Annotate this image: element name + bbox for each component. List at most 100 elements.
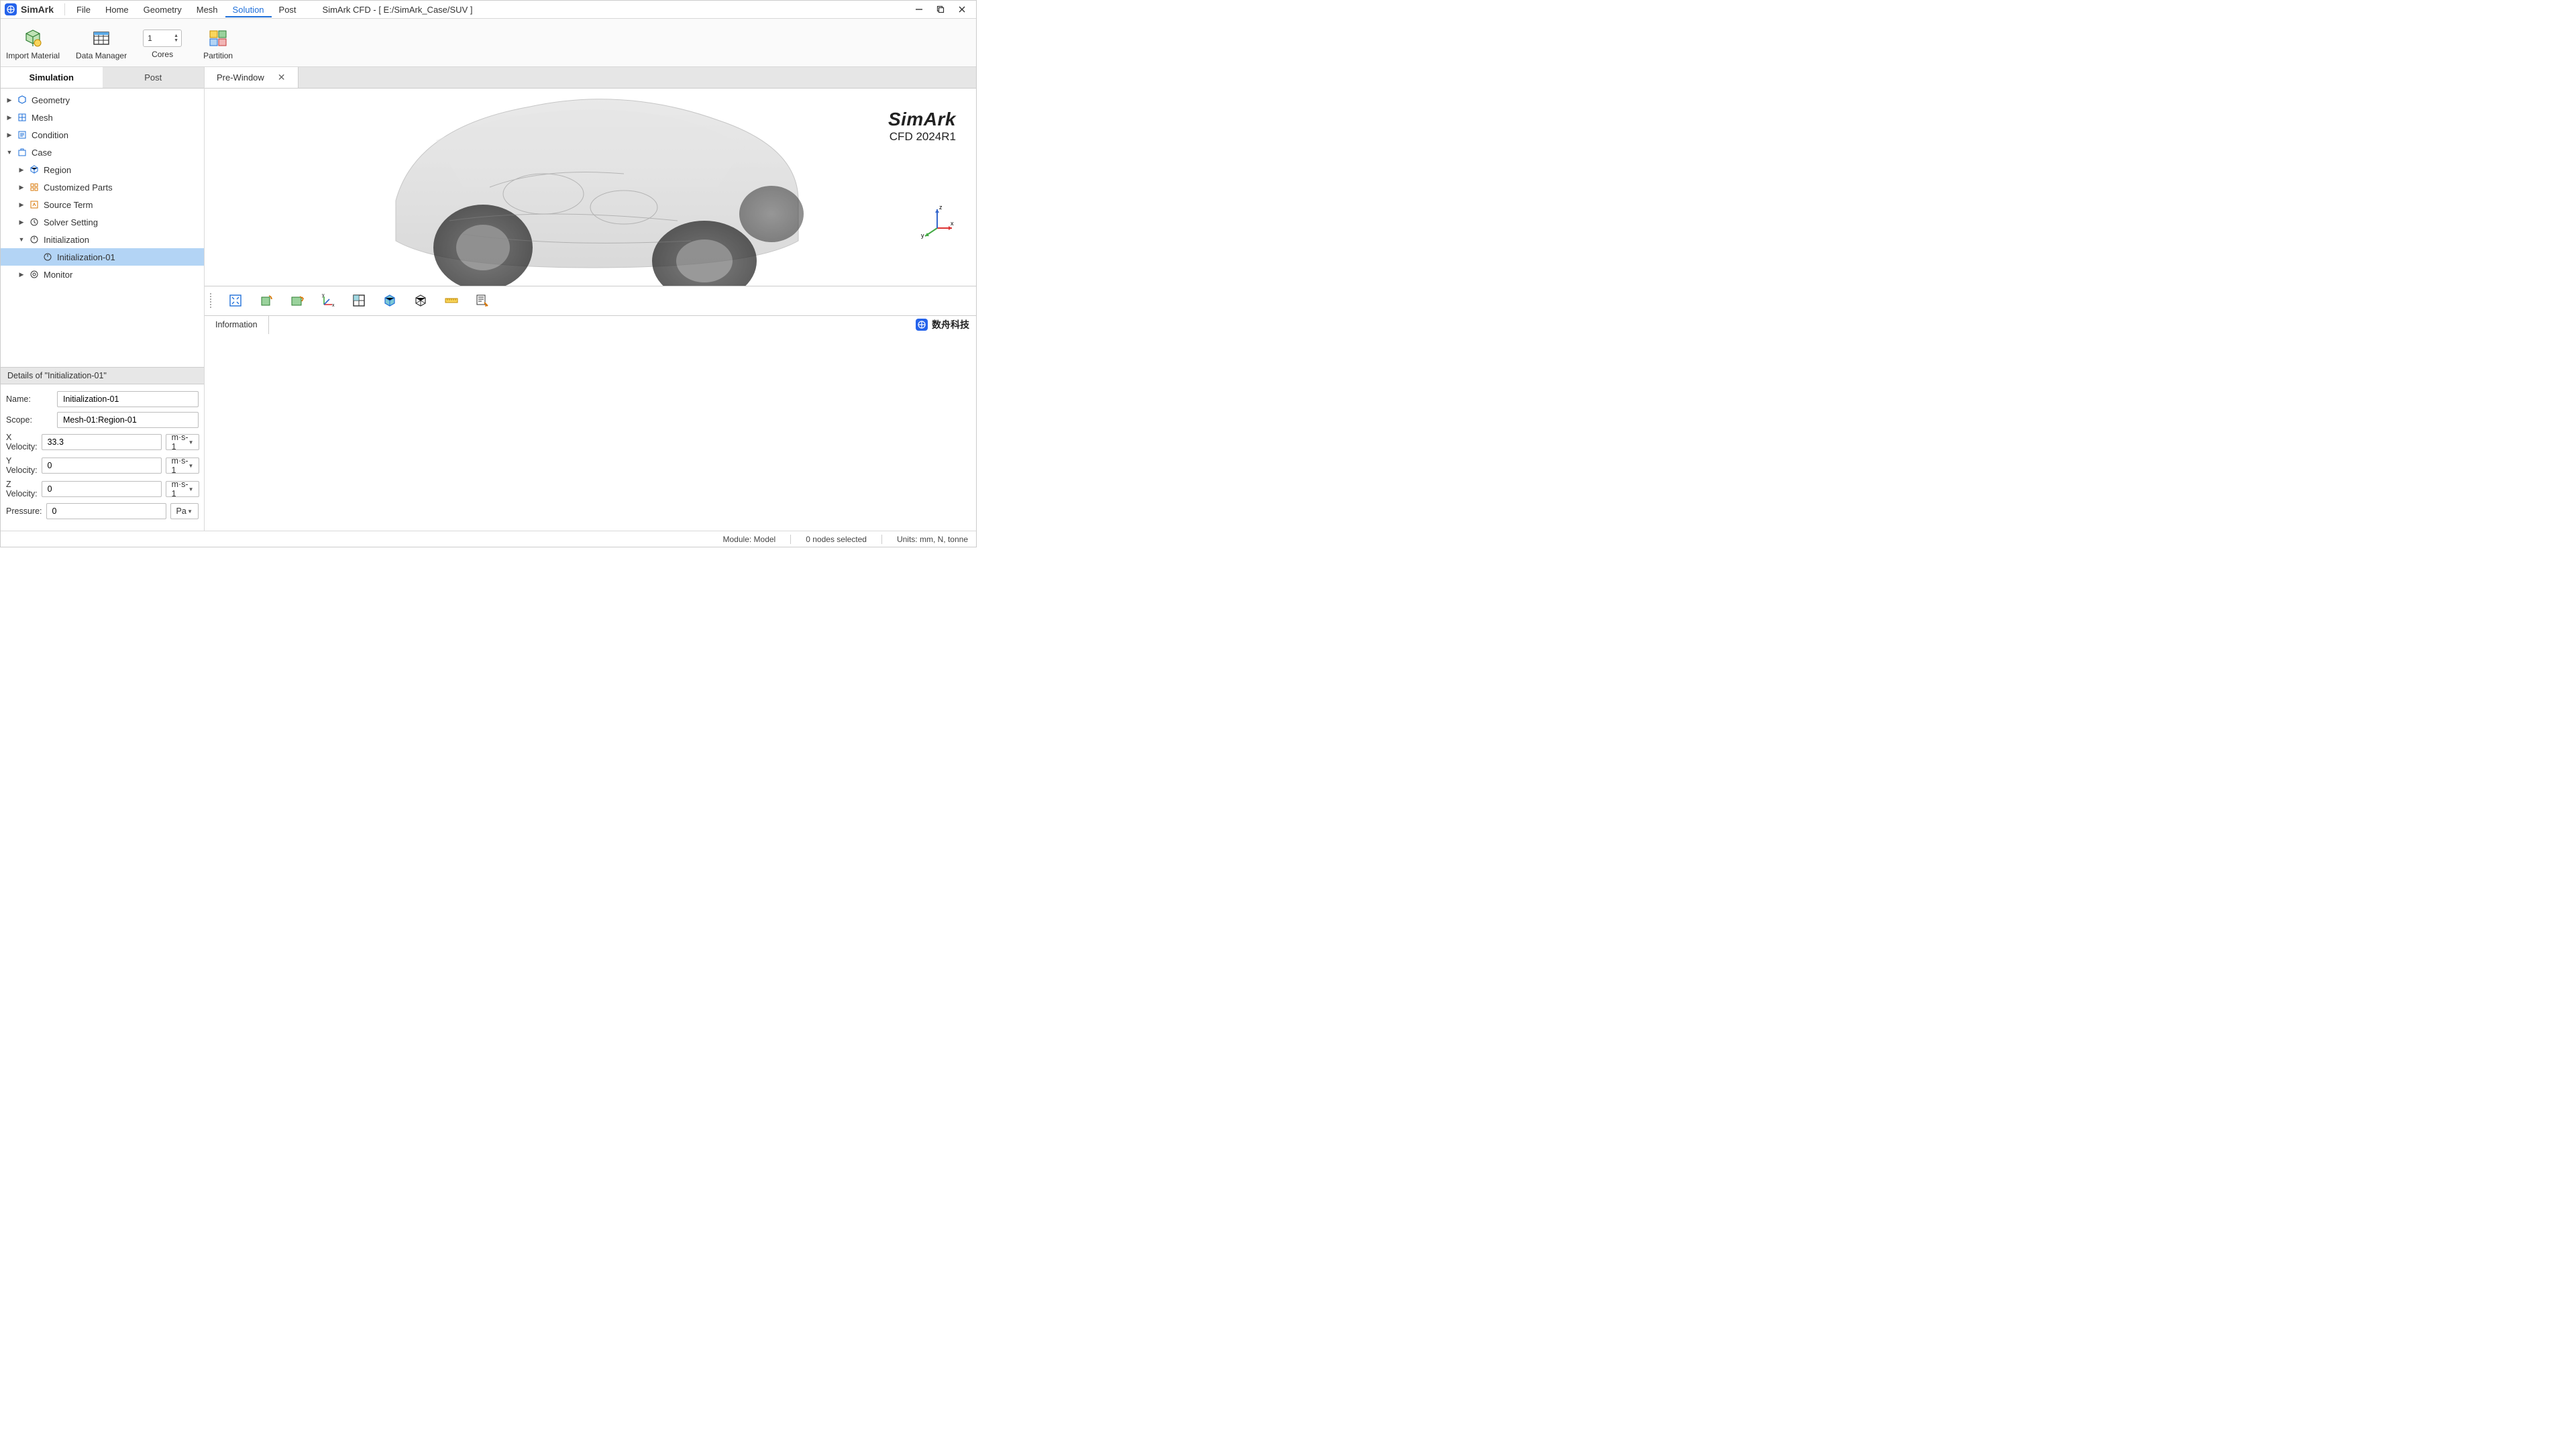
status-bar: Module: Model 0 nodes selected Units: mm… xyxy=(1,531,976,547)
data-manager-label: Data Manager xyxy=(76,51,127,60)
tree-label: Source Term xyxy=(44,200,93,210)
scope-input[interactable] xyxy=(57,412,199,428)
iso-cube-button[interactable] xyxy=(380,291,399,310)
zvel-unit-select[interactable]: m·s-1▼ xyxy=(166,481,200,497)
details-header: Details of "Initialization-01" xyxy=(1,367,204,384)
chevron-down-icon: ▼ xyxy=(189,486,194,492)
model-tree[interactable]: ▶Geometry ▶Mesh ▶Condition ▼Case ▶Region… xyxy=(1,89,204,367)
mesh-icon xyxy=(17,112,28,123)
tab-information[interactable]: Information xyxy=(205,316,269,334)
press-unit-select[interactable]: Pa▼ xyxy=(170,503,199,519)
tree-label: Monitor xyxy=(44,270,72,280)
tab-post[interactable]: Post xyxy=(103,67,205,88)
menu-file[interactable]: File xyxy=(69,2,98,17)
measure-button[interactable] xyxy=(442,291,461,310)
tree-node-initialization[interactable]: ▼Initialization xyxy=(1,231,204,248)
vendor-brand: 数舟科技 xyxy=(916,318,969,331)
tree-node-geometry[interactable]: ▶Geometry xyxy=(1,91,204,109)
press-input[interactable] xyxy=(46,503,166,519)
rotate-view-button[interactable] xyxy=(257,291,276,310)
watermark-version: CFD 2024R1 xyxy=(888,130,956,144)
tree-node-monitor[interactable]: ▶Monitor xyxy=(1,266,204,283)
model-render xyxy=(342,89,839,286)
vendor-name: 数舟科技 xyxy=(932,318,969,331)
parts-icon xyxy=(29,182,40,193)
axes-button[interactable]: yx xyxy=(319,291,337,310)
monitor-icon xyxy=(29,269,40,280)
tree-node-case[interactable]: ▼Case xyxy=(1,144,204,161)
split-view-button[interactable] xyxy=(350,291,368,310)
yvel-input[interactable] xyxy=(42,458,162,474)
solver-icon xyxy=(29,217,40,227)
cores-label: Cores xyxy=(152,50,173,59)
window-title: SimArk CFD - [ E:/SimArk_Case/SUV ] xyxy=(323,5,473,15)
tree-node-solver-setting[interactable]: ▶Solver Setting xyxy=(1,213,204,231)
watermark-brand: SimArk xyxy=(888,109,956,130)
menu-solution[interactable]: Solution xyxy=(225,2,272,17)
menu-mesh[interactable]: Mesh xyxy=(189,2,225,17)
status-nodes: 0 nodes selected xyxy=(806,535,867,544)
side-tabs: Simulation Post xyxy=(1,67,204,89)
data-manager-icon xyxy=(91,28,111,48)
wireframe-cube-button[interactable] xyxy=(411,291,430,310)
tree-label: Mesh xyxy=(32,113,53,123)
probe-button[interactable] xyxy=(473,291,492,310)
grip-icon[interactable] xyxy=(210,293,214,308)
spinner-arrows-icon[interactable]: ▲▼ xyxy=(174,34,178,43)
xvel-unit-select[interactable]: m·s-1▼ xyxy=(166,434,200,450)
yvel-unit-select[interactable]: m·s-1▼ xyxy=(166,458,200,474)
maximize-button[interactable] xyxy=(930,3,951,16)
zvel-input[interactable] xyxy=(42,481,162,497)
minimize-button[interactable] xyxy=(909,3,929,16)
partition-button[interactable]: Partition xyxy=(198,28,238,60)
xvel-input[interactable] xyxy=(42,434,162,450)
tree-label: Initialization-01 xyxy=(57,252,115,262)
menu-geometry[interactable]: Geometry xyxy=(136,2,189,17)
cores-control: 1 ▲▼ Cores xyxy=(143,30,182,59)
import-material-button[interactable]: Import Material xyxy=(6,28,60,60)
xvel-label: X Velocity: xyxy=(6,433,38,451)
fit-view-button[interactable] xyxy=(226,291,245,310)
axis-triad-icon[interactable]: x y z xyxy=(918,201,956,239)
tab-simulation[interactable]: Simulation xyxy=(1,67,103,88)
tree-node-initialization-01[interactable]: Initialization-01 xyxy=(1,248,204,266)
svg-text:z: z xyxy=(939,204,943,211)
viewport-toolbar: yx xyxy=(205,286,976,315)
yvel-label: Y Velocity: xyxy=(6,456,38,475)
tree-label: Solver Setting xyxy=(44,217,98,227)
import-material-label: Import Material xyxy=(6,51,60,60)
tree-node-customized-parts[interactable]: ▶Customized Parts xyxy=(1,178,204,196)
tab-close-icon[interactable]: ✕ xyxy=(278,72,286,83)
tree-label: Geometry xyxy=(32,95,70,105)
details-panel: Name: Scope: X Velocity: m·s-1▼ Y Veloci… xyxy=(1,384,204,531)
zvel-label: Z Velocity: xyxy=(6,480,38,498)
scope-label: Scope: xyxy=(6,415,53,425)
svg-text:x: x xyxy=(332,303,335,308)
menu-home[interactable]: Home xyxy=(98,2,136,17)
capture-button[interactable] xyxy=(288,291,307,310)
3d-viewport[interactable]: SimArk CFD 2024R1 xyxy=(205,89,976,286)
viewport-watermark: SimArk CFD 2024R1 xyxy=(888,109,956,144)
tree-label: Condition xyxy=(32,130,68,140)
tree-node-region[interactable]: ▶Region xyxy=(1,161,204,178)
tree-node-mesh[interactable]: ▶Mesh xyxy=(1,109,204,126)
status-module: Module: Model xyxy=(723,535,776,544)
name-input[interactable] xyxy=(57,391,199,407)
tree-node-source-term[interactable]: ▶Source Term xyxy=(1,196,204,213)
source-icon xyxy=(29,199,40,210)
ribbon: Import Material Data Manager 1 ▲▼ Cores … xyxy=(1,19,976,67)
doc-tab-pre-window[interactable]: Pre-Window ✕ xyxy=(205,67,299,88)
close-button[interactable] xyxy=(952,3,972,16)
data-manager-button[interactable]: Data Manager xyxy=(76,28,127,60)
tree-label: Region xyxy=(44,165,71,175)
press-unit: Pa xyxy=(176,506,186,516)
tree-node-condition[interactable]: ▶Condition xyxy=(1,126,204,144)
menu-post[interactable]: Post xyxy=(272,2,304,17)
side-panel: Simulation Post ▶Geometry ▶Mesh ▶Conditi… xyxy=(1,67,205,531)
cores-spinner[interactable]: 1 ▲▼ xyxy=(143,30,182,47)
xvel-unit: m·s-1 xyxy=(172,433,189,451)
content-area: Pre-Window ✕ SimArk CFD 2024R1 xyxy=(205,67,976,531)
yvel-unit: m·s-1 xyxy=(172,456,189,475)
press-label: Pressure: xyxy=(6,506,42,516)
document-tabs: Pre-Window ✕ xyxy=(205,67,976,89)
